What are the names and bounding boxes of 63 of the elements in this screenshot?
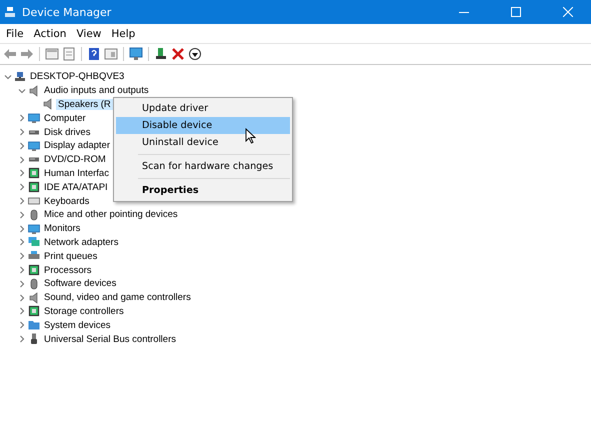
mouse-pointer-icon xyxy=(245,128,256,144)
drive-icon xyxy=(28,130,40,135)
menu-item[interactable]: View xyxy=(72,28,106,40)
tree-item[interactable]: Human Interfac xyxy=(42,168,111,179)
speaker-icon xyxy=(28,292,40,304)
menu-item[interactable]: Help xyxy=(107,28,140,40)
context-menu-item[interactable]: Disable device xyxy=(116,117,290,134)
speaker-icon xyxy=(42,98,54,110)
back-arrow-icon[interactable] xyxy=(3,47,17,61)
tree-item[interactable]: Processors xyxy=(42,264,94,276)
context-menu-item[interactable]: Uninstall device xyxy=(116,134,290,151)
folder-icon xyxy=(28,319,40,332)
tree-item[interactable]: Storage controllers xyxy=(42,306,126,317)
tree-item[interactable]: Print queues xyxy=(42,250,100,262)
delete-icon[interactable] xyxy=(171,47,185,61)
mouse-icon xyxy=(28,208,40,221)
monitor-icon xyxy=(28,222,40,235)
tree-item[interactable]: Mice and other pointing devices xyxy=(42,209,180,220)
tree-item[interactable]: Disk drives xyxy=(42,126,92,138)
drive-icon xyxy=(28,157,40,162)
chip-icon xyxy=(28,264,40,276)
tree-item[interactable]: Speakers (R xyxy=(56,98,113,110)
tree-item[interactable]: Keyboards xyxy=(42,196,92,207)
window-icon[interactable] xyxy=(104,47,118,61)
tree-item[interactable]: Universal Serial Bus controllers xyxy=(42,334,178,345)
mouse-icon xyxy=(28,278,40,290)
tree-item[interactable]: Monitors xyxy=(42,223,82,234)
tree-item[interactable]: Display adapter xyxy=(42,140,112,152)
usb-plug-icon xyxy=(28,333,40,346)
device-manager-icon xyxy=(4,6,16,18)
plug-icon[interactable] xyxy=(154,47,168,61)
context-menu-item[interactable]: Update driver xyxy=(116,100,290,117)
tree-item[interactable]: IDE ATA/ATAPI xyxy=(42,182,110,193)
window-title: Device Manager xyxy=(22,6,112,18)
close-icon[interactable] xyxy=(563,7,573,17)
menu-item[interactable]: Action xyxy=(30,28,70,40)
speaker-icon xyxy=(28,84,40,97)
menu-item[interactable]: File xyxy=(2,28,28,40)
context-menu-item[interactable]: Properties xyxy=(116,182,290,199)
chip-icon xyxy=(28,167,40,180)
window-icon[interactable] xyxy=(45,47,59,61)
download-circle-icon[interactable] xyxy=(188,47,202,61)
help-icon[interactable] xyxy=(87,47,101,61)
tree-item[interactable]: System devices xyxy=(42,320,113,331)
forward-arrow-icon[interactable] xyxy=(20,47,34,61)
tree-item[interactable]: Computer xyxy=(42,112,88,124)
monitor-icon[interactable] xyxy=(129,47,143,61)
tree-item[interactable]: Audio inputs and outputs xyxy=(42,85,151,96)
tree-item[interactable]: Sound, video and game controllers xyxy=(42,292,193,304)
tree-item[interactable]: Software devices xyxy=(42,278,118,290)
maximize-icon[interactable] xyxy=(511,7,521,17)
chip-icon xyxy=(28,305,40,318)
tree-item[interactable]: Network adapters xyxy=(42,236,120,248)
tree-item[interactable]: DVD/CD-ROM xyxy=(42,154,108,166)
computer-icon xyxy=(14,70,26,83)
monitor-icon xyxy=(28,112,40,124)
context-menu-item[interactable]: Scan for hardware changes xyxy=(116,158,290,175)
monitor-icon xyxy=(28,140,40,152)
tree-item[interactable]: DESKTOP-QHBQVE3 xyxy=(28,71,126,82)
chip-icon xyxy=(28,181,40,194)
network-icon xyxy=(28,236,40,248)
keyboard-icon xyxy=(28,195,40,208)
document-icon[interactable] xyxy=(62,47,76,61)
